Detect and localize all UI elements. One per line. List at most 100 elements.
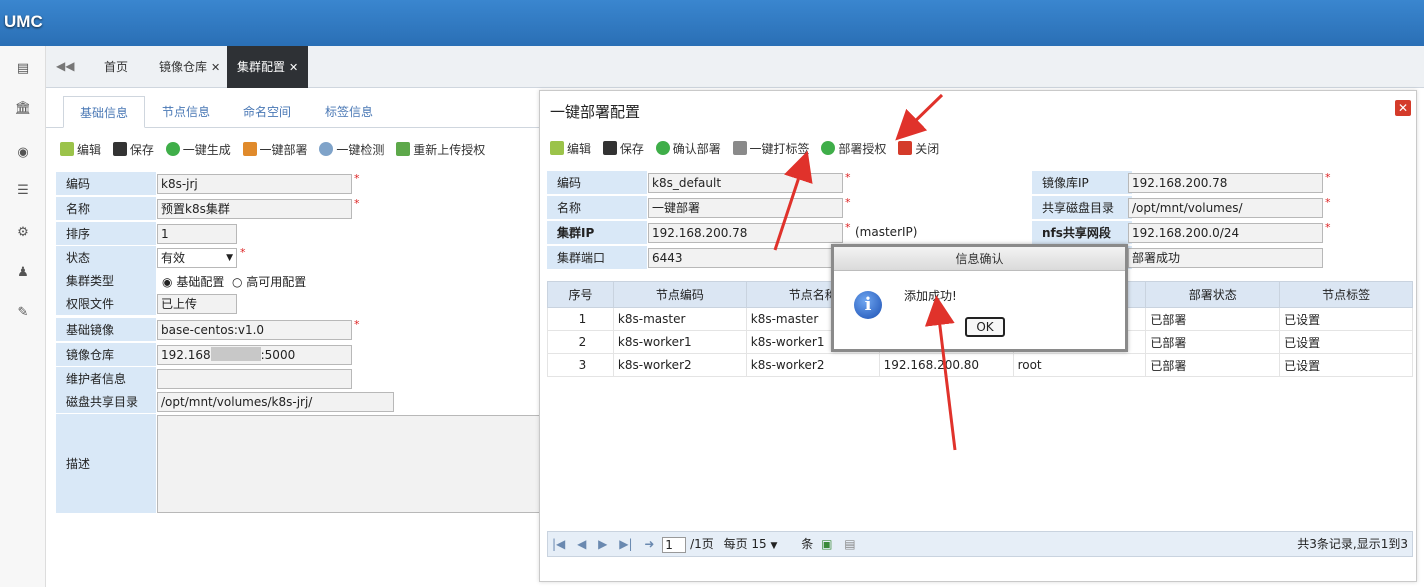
print-icon[interactable]: ▤ — [844, 532, 855, 556]
required-mark: * — [1325, 171, 1331, 184]
dialog-code-field[interactable]: k8s_default — [648, 173, 843, 193]
share-disk-field[interactable]: /opt/mnt/volumes/ — [1128, 198, 1323, 218]
table-row[interactable]: 3 k8s-worker2 k8s-worker2 192.168.200.80 roo… — [547, 353, 1413, 377]
reupload-auth-button[interactable]: 重新上传授权 — [396, 137, 485, 163]
label-cluster-port: 集群端口 — [547, 246, 647, 269]
wrench-icon[interactable]: ✎ — [12, 304, 34, 322]
close-box-icon — [898, 141, 913, 155]
eye-icon[interactable]: ◉ — [12, 144, 34, 162]
label-status: 状态 — [56, 246, 156, 269]
per-page-select[interactable]: 15 ▼ — [751, 532, 797, 558]
chevron-down-icon: ▼ — [226, 253, 233, 263]
per-page-label: 每页 — [723, 537, 748, 551]
code-field[interactable]: k8s-jrj — [157, 174, 352, 194]
tab-scroll-left-icon[interactable]: ◀◀ — [56, 59, 74, 73]
left-sidebar: ▤ 🏛 ◉ ☰ ⚙ ♟ ✎ — [0, 46, 46, 587]
description-textarea[interactable] — [157, 415, 540, 513]
confirm-deploy-button[interactable]: 确认部署 — [655, 136, 721, 162]
required-mark: * — [845, 221, 851, 234]
top-bar: UMC — [0, 0, 1424, 46]
msgbox-message: 添加成功! — [904, 289, 957, 303]
tab-home[interactable]: 首页 — [94, 46, 138, 88]
cluster-port-field[interactable]: 6443 — [648, 248, 843, 268]
order-field[interactable]: 1 — [157, 224, 237, 244]
info-icon: i — [854, 291, 882, 319]
dialog-save-button[interactable]: 保存 — [602, 136, 644, 162]
dialog-name-field[interactable]: 一键部署 — [648, 198, 843, 218]
required-mark: * — [845, 171, 851, 184]
required-mark: * — [1325, 196, 1331, 209]
nfs-subnet-field[interactable]: 192.168.200.0/24 — [1128, 223, 1323, 243]
record-summary: 共3条记录,显示1到3 — [1297, 537, 1408, 551]
required-mark: * — [354, 197, 360, 210]
check-circle-icon — [655, 141, 670, 155]
col-index[interactable]: 序号 — [547, 281, 614, 308]
close-icon[interactable]: ✕ — [289, 61, 298, 74]
user-icon[interactable]: ♟ — [12, 264, 34, 282]
required-mark: * — [1325, 221, 1331, 234]
edit-button[interactable]: 编辑 — [60, 137, 101, 163]
radio-basic[interactable]: ◉ — [162, 275, 172, 289]
subtab-namespace[interactable]: 命名空间 — [227, 96, 307, 128]
bank-icon[interactable]: 🏛 — [12, 100, 34, 118]
required-mark: * — [845, 196, 851, 209]
master-ip-note: (masterIP) — [855, 225, 918, 239]
col-node-code[interactable]: 节点编码 — [612, 281, 747, 308]
cluster-ip-field[interactable]: 192.168.200.78 — [648, 223, 843, 243]
page-number-input[interactable]: 1 — [662, 536, 687, 553]
deploy-result-field[interactable]: 部署成功 — [1128, 248, 1323, 268]
gear-icon[interactable]: ⚙ — [12, 224, 34, 242]
pencil-icon — [60, 142, 74, 156]
col-deploy-status[interactable]: 部署状态 — [1145, 281, 1281, 308]
status-select[interactable]: 有效 ▼ — [157, 248, 237, 268]
dashboard-icon[interactable]: ▤ — [12, 60, 34, 78]
floppy-icon — [112, 142, 127, 156]
prev-page-icon[interactable]: ◀ — [577, 532, 586, 556]
close-icon[interactable]: ✕ — [211, 61, 220, 74]
subtab-basic-info[interactable]: 基础信息 — [63, 96, 146, 128]
goto-page-icon[interactable]: ➜ — [644, 532, 654, 556]
dialog-edit-button[interactable]: 编辑 — [550, 136, 591, 162]
per-page-unit: 条 — [801, 537, 814, 551]
generate-button[interactable]: 一键生成 — [165, 137, 231, 163]
sub-tabs: 基础信息 节点信息 命名空间 标签信息 — [46, 88, 540, 128]
list-icon[interactable]: ☰ — [12, 182, 34, 200]
document-icon — [732, 141, 747, 155]
tab-image-registry[interactable]: 镜像仓库 ✕ — [149, 46, 230, 88]
label-name: 名称 — [56, 197, 156, 220]
label-registry-ip: 镜像库IP — [1032, 171, 1132, 194]
check-button[interactable]: 一键检测 — [319, 137, 384, 163]
nodes-icon — [242, 142, 257, 156]
tab-cluster-config[interactable]: 集群配置 ✕ — [227, 46, 309, 88]
registry-field[interactable]: 192.168:5000 — [157, 345, 352, 365]
ok-button[interactable]: OK — [965, 317, 1005, 337]
next-page-icon[interactable]: ▶ — [598, 532, 607, 556]
last-page-icon[interactable]: ▶| — [619, 532, 632, 556]
tab-cluster-label: 集群配置 — [237, 60, 286, 74]
label-order: 排序 — [56, 222, 156, 245]
first-page-icon[interactable]: |◀ — [552, 532, 565, 556]
label-nfs-subnet: nfs共享网段 — [1032, 221, 1132, 244]
name-field[interactable]: 预置k8s集群 — [157, 199, 352, 219]
save-button[interactable]: 保存 — [112, 137, 154, 163]
dialog-toolbar: 编辑 保存 确认部署 一键打标签 部署授权 关闭 — [550, 136, 947, 162]
perm-file-field[interactable]: 已上传 — [157, 294, 237, 314]
deploy-auth-button[interactable]: 部署授权 — [821, 136, 886, 162]
maintainer-field[interactable] — [157, 369, 352, 389]
subtab-labels[interactable]: 标签信息 — [309, 96, 389, 128]
required-mark: * — [240, 246, 246, 259]
col-node-label[interactable]: 节点标签 — [1279, 281, 1413, 308]
close-button[interactable]: 关闭 — [898, 136, 939, 162]
export-icon[interactable]: ▣ — [821, 532, 832, 556]
one-click-label-button[interactable]: 一键打标签 — [732, 136, 810, 162]
close-icon[interactable]: ✕ — [1395, 100, 1411, 116]
deploy-button[interactable]: 一键部署 — [242, 137, 308, 163]
subtab-node-info[interactable]: 节点信息 — [146, 96, 226, 128]
share-dir-field[interactable]: /opt/mnt/volumes/k8s-jrj/ — [157, 392, 394, 412]
registry-ip-field[interactable]: 192.168.200.78 — [1128, 173, 1323, 193]
radio-ha[interactable]: ○ — [232, 275, 242, 289]
label-code: 编码 — [547, 171, 647, 194]
base-image-field[interactable]: base-centos:v1.0 — [157, 320, 352, 340]
label-cluster-type: 集群类型 — [56, 269, 156, 292]
label-registry: 镜像仓库 — [56, 343, 156, 366]
